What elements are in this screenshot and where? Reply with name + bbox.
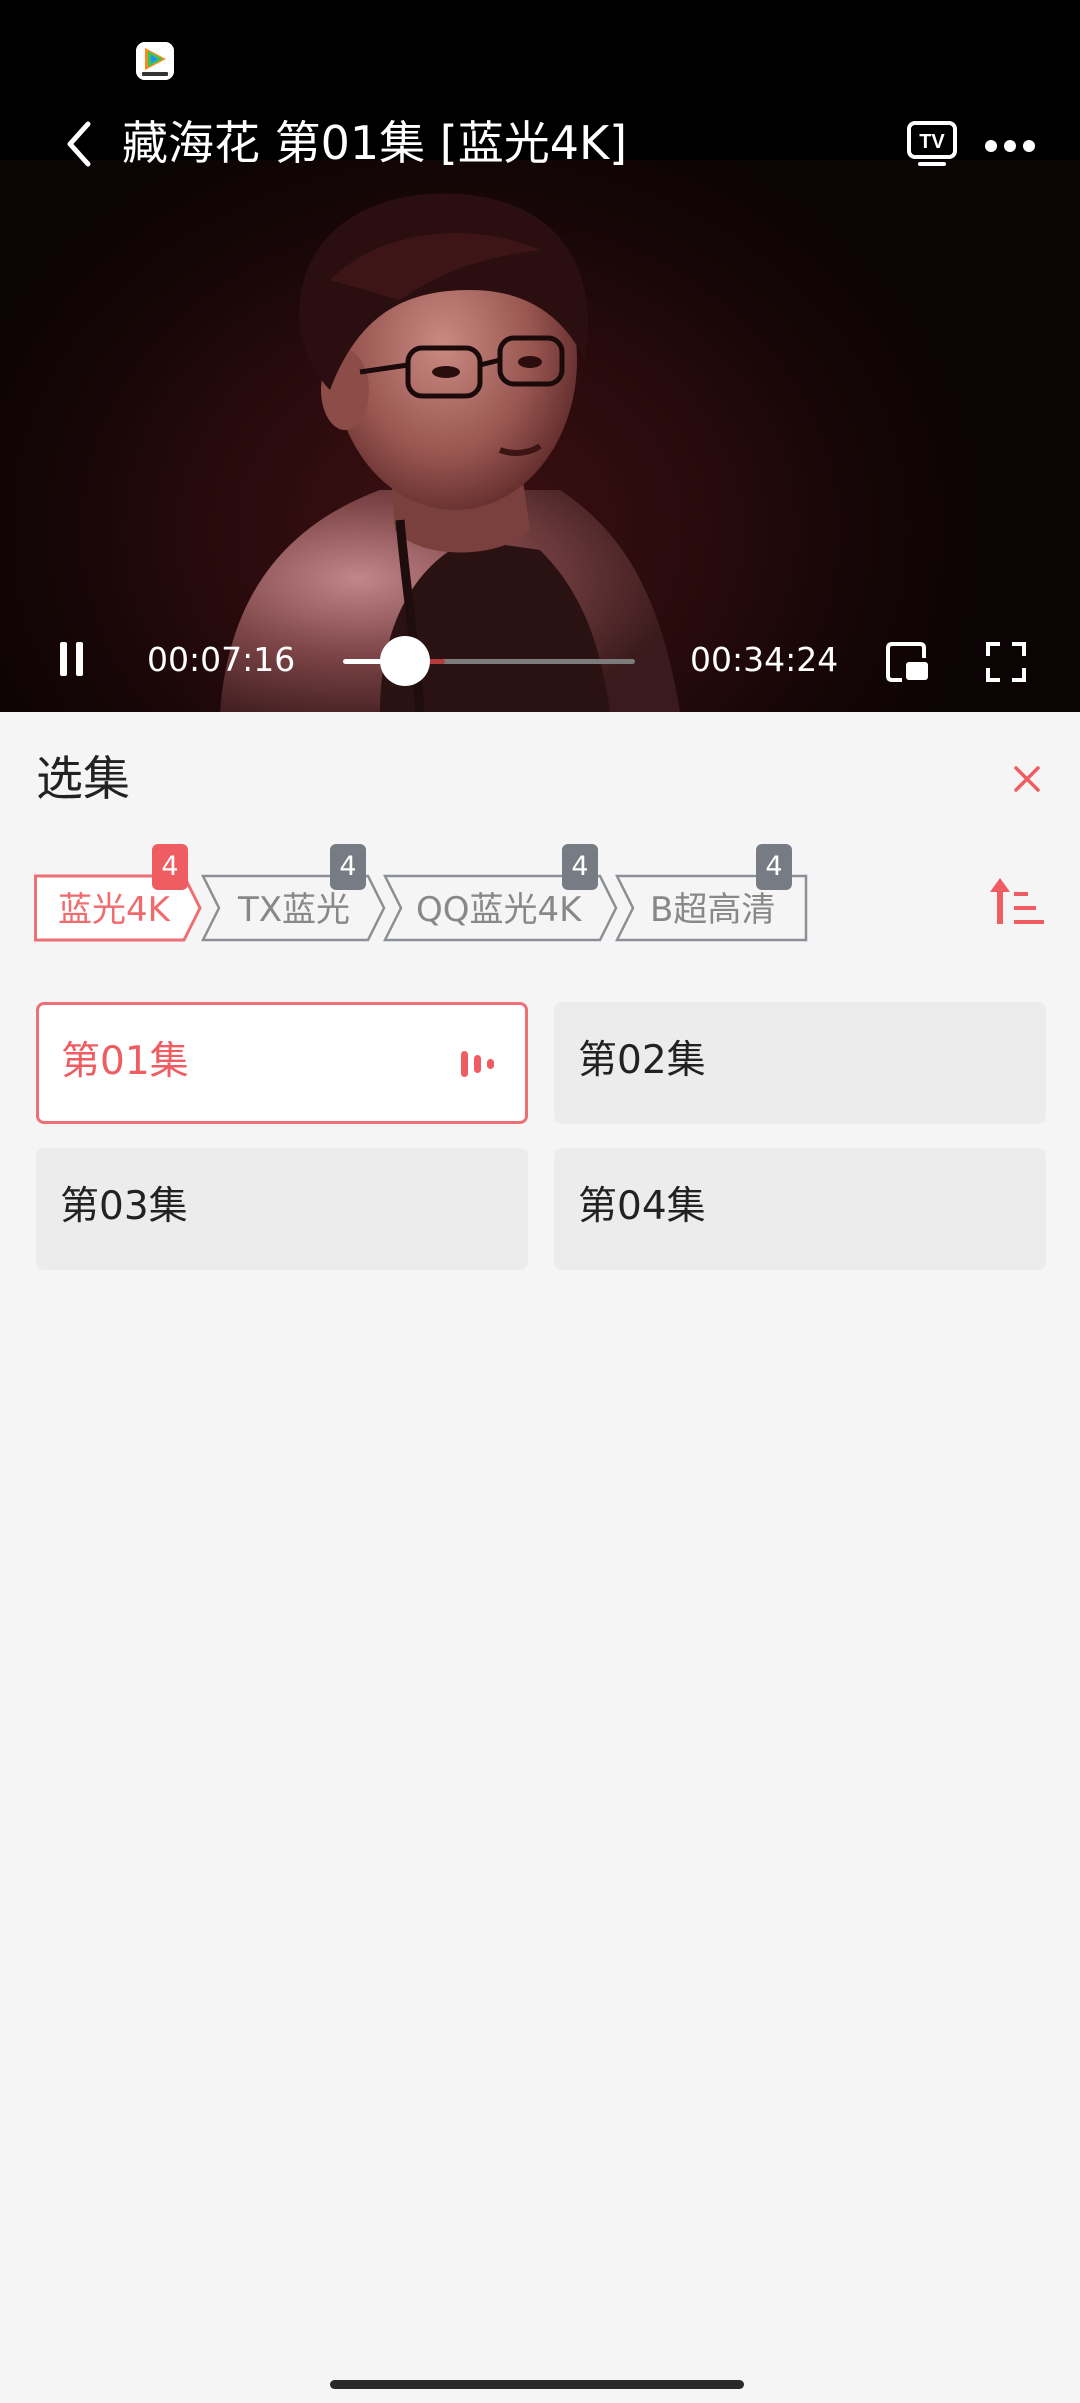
player-controls: 00:07:16 00:34:24 — [0, 620, 1080, 700]
video-title: 藏海花 第01集 [蓝光4K] — [122, 116, 628, 170]
episode-panel: 选集 蓝光4K 4 TX蓝光 4 QQ蓝光4K 4 B超高清 4 第01集 第0… — [0, 712, 1080, 2403]
source-tab-count-badge: 4 — [330, 844, 366, 890]
close-icon[interactable] — [1004, 756, 1050, 802]
episode-item[interactable]: 第04集 — [554, 1148, 1046, 1270]
chevron-left-icon[interactable] — [50, 114, 110, 174]
episode-label: 第03集 — [60, 1184, 188, 1229]
seek-bar[interactable] — [343, 636, 635, 686]
current-time: 00:07:16 — [147, 640, 296, 679]
tencent-video-app-icon — [136, 42, 174, 80]
total-time: 00:34:24 — [690, 640, 839, 679]
tv-label: TV — [919, 131, 945, 153]
sort-order-icon[interactable] — [986, 870, 1050, 934]
source-tab-count-badge: 4 — [152, 844, 188, 890]
video-player[interactable]: 藏海花 第01集 [蓝光4K] TV 00:07:16 00:34:24 — [0, 0, 1080, 712]
pause-icon[interactable] — [56, 640, 88, 680]
source-tab[interactable]: TX蓝光 4 — [200, 844, 390, 944]
more-dots-icon[interactable] — [980, 120, 1040, 172]
episode-label: 第02集 — [578, 1038, 706, 1083]
source-tab[interactable]: QQ蓝光4K 4 — [382, 844, 622, 944]
panel-title: 选集 — [36, 752, 130, 807]
source-tab-label: B超高清 — [650, 890, 776, 930]
source-tabs: 蓝光4K 4 TX蓝光 4 QQ蓝光4K 4 B超高清 4 — [34, 844, 1034, 954]
home-indicator[interactable] — [330, 2380, 744, 2389]
episode-item[interactable]: 第02集 — [554, 1002, 1046, 1124]
episode-label: 第01集 — [61, 1039, 189, 1084]
status-bar — [0, 0, 1080, 100]
source-tab-count-badge: 4 — [562, 844, 598, 890]
source-tab-label: TX蓝光 — [238, 890, 351, 930]
player-top-bar: 藏海花 第01集 [蓝光4K] TV — [0, 100, 1080, 190]
now-playing-icon — [461, 1051, 494, 1077]
source-tab-label: 蓝光4K — [58, 890, 170, 930]
fullscreen-icon[interactable] — [982, 638, 1030, 686]
picture-in-picture-icon[interactable] — [884, 640, 932, 684]
source-tab-count-badge: 4 — [756, 844, 792, 890]
episode-label: 第04集 — [578, 1184, 706, 1229]
episode-item[interactable]: 第01集 — [36, 1002, 528, 1124]
tv-cast-icon[interactable]: TV — [904, 120, 964, 172]
seek-handle[interactable] — [379, 636, 430, 686]
source-tab[interactable]: B超高清 4 — [614, 844, 810, 944]
source-tab[interactable]: 蓝光4K 4 — [34, 844, 204, 944]
source-tab-label: QQ蓝光4K — [416, 890, 582, 930]
episode-item[interactable]: 第03集 — [36, 1148, 528, 1270]
